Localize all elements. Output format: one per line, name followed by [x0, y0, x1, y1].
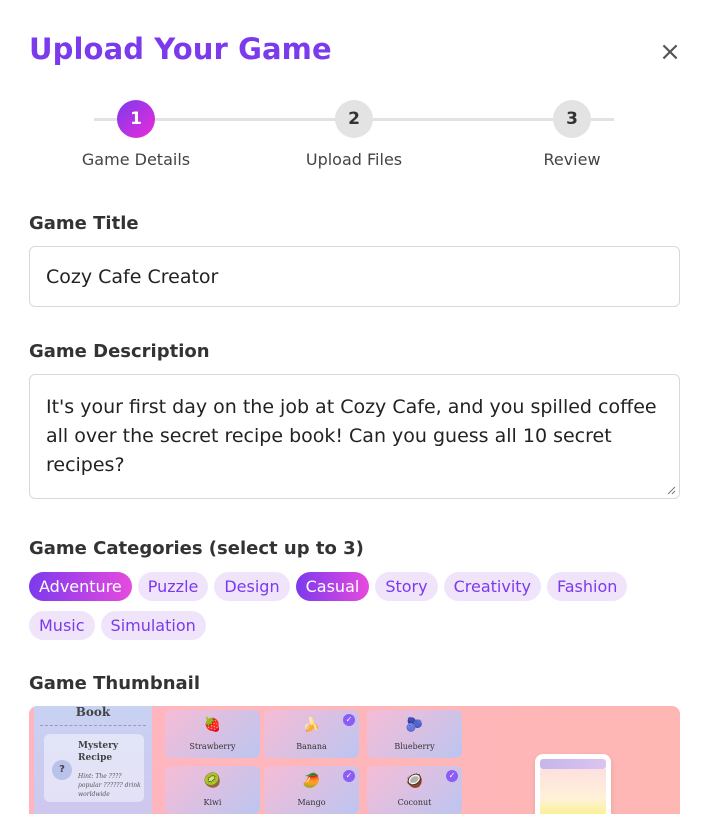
drink-glass-illustration — [535, 754, 611, 814]
check-icon: ✓ — [343, 770, 355, 782]
category-chip-puzzle[interactable]: Puzzle — [137, 572, 209, 601]
book-title: Book — [75, 706, 111, 719]
category-chip-adventure[interactable]: Adventure — [29, 572, 132, 601]
category-chip-story[interactable]: Story — [375, 572, 438, 601]
step-label: Upload Files — [305, 150, 403, 169]
close-icon[interactable]: × — [656, 38, 684, 66]
ingredient-name: Mango — [297, 798, 326, 807]
category-chip-creativity[interactable]: Creativity — [443, 572, 541, 601]
ingredient-name: Strawberry — [189, 742, 236, 751]
step-review[interactable]: 3 Review — [492, 98, 652, 169]
ingredient-name: Coconut — [397, 798, 432, 807]
ingredient-name: Kiwi — [203, 798, 222, 807]
step-number: 2 — [335, 100, 373, 138]
category-chip-design[interactable]: Design — [214, 572, 290, 601]
ingredient-card-banana: 🍌 Banana ✓ — [264, 710, 359, 758]
kiwi-icon: 🥝 — [203, 773, 222, 789]
game-categories-label: Game Categories (select up to 3) — [29, 538, 364, 559]
category-chip-simulation[interactable]: Simulation — [100, 611, 206, 640]
category-chip-music[interactable]: Music — [29, 611, 95, 640]
step-upload-files[interactable]: 2 Upload Files — [274, 98, 434, 169]
ingredient-name: Blueberry — [394, 742, 435, 751]
category-chip-list: Adventure Puzzle Design Casual Story Creativi… — [29, 572, 689, 650]
ingredient-card-mango: 🥭 Mango ✓ — [264, 766, 359, 814]
glass-rim — [540, 759, 606, 769]
ingredient-card-kiwi: 🥝 Kiwi — [165, 766, 260, 814]
game-title-input[interactable]: Cozy Cafe Creator — [29, 246, 680, 307]
modal-title: Upload Your Game — [29, 32, 332, 66]
check-icon: ✓ — [343, 714, 355, 726]
step-number: 3 — [553, 100, 591, 138]
game-title-label: Game Title — [29, 213, 139, 234]
game-description-textarea[interactable]: It's your first day on the job at Cozy C… — [29, 374, 680, 499]
game-thumbnail-label: Game Thumbnail — [29, 673, 200, 694]
game-description-label: Game Description — [29, 341, 210, 362]
recipe-name: Mystery Recipe — [78, 741, 119, 763]
upload-game-modal: Upload Your Game × 1 Game Details 2 Uplo… — [0, 0, 717, 814]
step-game-details[interactable]: 1 Game Details — [56, 98, 216, 169]
divider — [40, 725, 146, 726]
question-mark-icon: ? — [52, 760, 72, 780]
ingredient-card-blueberry: 🫐 Blueberry — [367, 710, 462, 758]
glass-liquid — [540, 769, 606, 814]
progress-stepper: 1 Game Details 2 Upload Files 3 Review — [0, 98, 717, 178]
ingredient-card-coconut: 🥥 Coconut ✓ — [367, 766, 462, 814]
mystery-recipe-card: ? Mystery Recipe Hint: The ???? popular … — [44, 734, 144, 802]
ingredient-card-strawberry: 🍓 Strawberry — [165, 710, 260, 758]
game-thumbnail-preview[interactable]: Book ? Mystery Recipe Hint: The ???? pop… — [29, 706, 680, 814]
step-number: 1 — [117, 100, 155, 138]
recipe-hint: Hint: The ???? popular ?????? drink worl… — [78, 773, 141, 798]
description-text: It's your first day on the job at Cozy C… — [46, 396, 657, 476]
ingredient-name: Banana — [296, 742, 327, 751]
resize-handle-icon[interactable] — [667, 486, 676, 495]
step-label: Review — [543, 150, 601, 169]
blueberry-icon: 🫐 — [405, 717, 424, 733]
check-icon: ✓ — [446, 770, 458, 782]
step-label: Game Details — [81, 150, 191, 169]
category-chip-fashion[interactable]: Fashion — [547, 572, 628, 601]
strawberry-icon: 🍓 — [203, 717, 222, 733]
recipe-book-panel: Book ? Mystery Recipe Hint: The ???? pop… — [34, 706, 152, 814]
category-chip-casual[interactable]: Casual — [295, 572, 370, 601]
